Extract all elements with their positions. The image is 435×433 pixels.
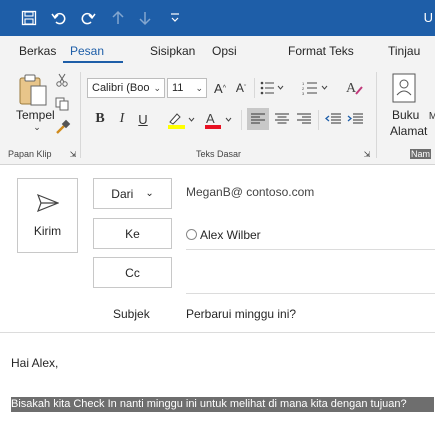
chevron-down-icon: ⌄ [145,188,154,199]
basic-text-launcher-icon[interactable]: ⇲ [362,149,372,159]
font-color-icon[interactable]: A [203,110,235,130]
format-painter-icon[interactable] [54,118,72,136]
to-underline [186,249,435,250]
ribbon-separator [254,78,255,98]
align-right-icon[interactable] [293,108,315,130]
increase-indent-icon[interactable] [344,108,366,130]
basic-text-group-label: Teks Dasar [196,149,242,159]
decrease-indent-icon[interactable] [322,108,344,130]
numbering-icon[interactable]: 123 [300,78,330,98]
to-button[interactable]: Ke [93,218,172,249]
customize-toolbar-icon[interactable] [164,7,186,29]
save-icon[interactable] [18,7,40,29]
presence-icon [186,229,197,240]
address-book-label-2[interactable]: Alamat [390,124,427,138]
ribbon-separator [376,72,377,158]
redo-icon[interactable] [77,7,99,29]
tab-sisipkan[interactable]: Sisipkan [150,44,195,58]
copy-icon[interactable] [54,96,70,112]
undo-icon[interactable] [48,7,70,29]
bullets-icon[interactable] [258,78,286,98]
subject-input[interactable]: Perbarui minggu ini? [186,307,296,321]
send-button[interactable]: Kirim [17,178,78,253]
cc-button[interactable]: Cc [93,257,172,288]
underline-icon[interactable]: U [135,110,151,128]
tab-format-teks[interactable]: Format Teks [288,44,354,58]
tab-berkas[interactable]: Berkas [19,44,56,58]
arrow-down-icon[interactable] [134,7,156,29]
to-value: Alex Wilber [200,228,261,242]
shrink-font-icon[interactable]: Aˇ [233,78,249,98]
svg-text:3: 3 [302,91,305,95]
title-bar: U [0,0,435,36]
clipboard-group-label: Papan Klip [8,149,52,159]
font-size-value: 11 [172,82,184,94]
subject-underline [0,332,435,333]
ribbon-separator [80,72,81,158]
italic-icon[interactable]: I [114,110,130,128]
chevron-down-icon: ⌄ [195,83,203,93]
font-name-combo[interactable]: Calibri (Boo ⌄ [87,78,165,98]
cc-label: Cc [125,265,140,280]
from-label: Dari [111,186,134,201]
from-value: MeganB@ contoso.com [186,185,315,199]
bold-icon[interactable]: B [92,110,108,128]
address-book-label-1[interactable]: Buku [392,108,419,122]
font-name-value: Calibri (Boo [92,82,150,94]
active-tab-indicator [63,61,123,63]
send-icon [36,193,59,212]
names-group-label: Nam [410,149,432,159]
check-names-icon[interactable]: M [429,96,435,136]
clipboard-launcher-icon[interactable]: ⇲ [68,149,78,159]
paste-dropdown-icon[interactable]: ⌄ [30,122,44,132]
ribbon-separator [241,110,242,130]
to-recipient[interactable]: Alex Wilber [186,228,261,242]
send-label: Kirim [33,223,62,238]
title-text: U [423,10,433,25]
svg-text:A: A [346,81,357,96]
grow-font-icon[interactable]: A ^ [212,78,228,98]
paste-label[interactable]: Tempel [16,108,55,122]
font-size-combo[interactable]: 11 ⌄ [167,78,207,98]
tab-pesan[interactable]: Pesan [70,44,104,58]
from-button[interactable]: Dari ⌄ [93,178,172,209]
body-selected-text[interactable]: Bisakah kita Check In nanti minggu ini u… [11,397,434,412]
cut-icon[interactable] [54,72,70,88]
arrow-up-icon[interactable] [107,7,129,29]
highlight-icon[interactable] [166,110,198,130]
cc-underline [186,293,435,294]
chevron-down-icon: ⌄ [153,83,161,93]
ribbon-separator [318,110,319,130]
tab-opsi[interactable]: Opsi [212,44,237,58]
svg-text:A: A [206,111,215,126]
clear-formatting-icon[interactable]: A [344,76,366,98]
to-label: Ke [125,226,140,241]
align-center-icon[interactable] [271,108,293,130]
address-book-icon[interactable] [390,72,418,104]
paste-icon[interactable] [16,72,50,108]
tab-tinjau[interactable]: Tinjau [388,44,420,58]
body-greeting[interactable]: Hai Alex, [11,356,58,370]
subject-label: Subjek [113,307,150,321]
align-left-icon[interactable] [247,108,269,130]
